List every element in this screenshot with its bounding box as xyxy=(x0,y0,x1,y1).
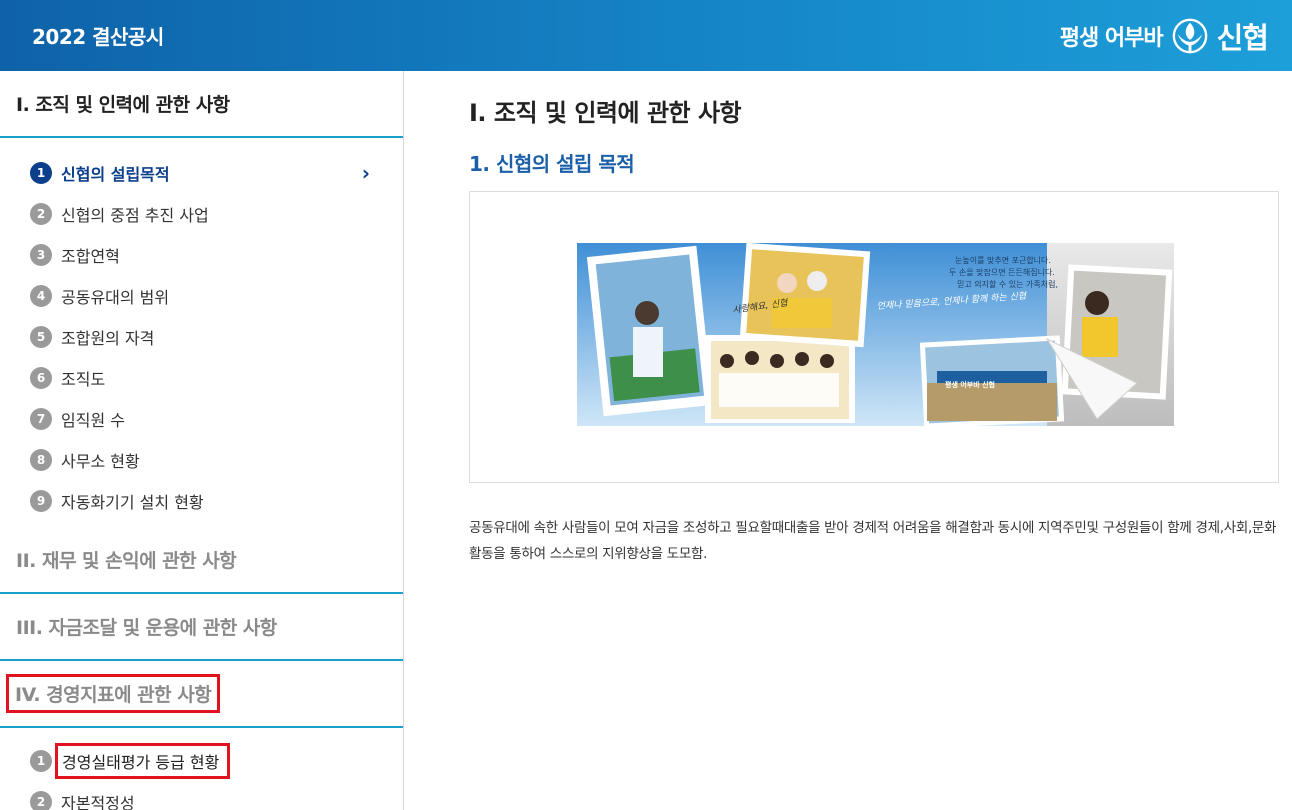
page-title: I. 조직 및 인력에 관한 사항 xyxy=(469,99,742,127)
brand-slogan: 평생 어부바 xyxy=(1059,25,1164,51)
sidebar-item-label: 조합원의 자격 xyxy=(61,328,155,348)
sidebar-sublist-4: 1 경영실태평가 등급 현황 2 자본적정성 xyxy=(0,728,403,810)
banner-caption-line: 눈높이를 맞추면 포근합니다. xyxy=(955,255,1051,265)
item-number-badge: 4 xyxy=(30,284,52,307)
sidebar-section-2[interactable]: II. 재무 및 손익에 관한 사항 xyxy=(0,527,403,594)
banner-group-text: 평생 어부바 신협 xyxy=(945,380,995,389)
banner-caption-line: 두 손을 맞잡으면 든든해집니다. xyxy=(949,267,1055,277)
sidebar-item-label: 임직원 수 xyxy=(61,410,125,430)
sidebar-item-key-projects[interactable]: 2 신협의 중점 추진 사업 xyxy=(30,193,370,234)
description-text: 공동유대에 속한 사람들이 모여 자금을 조성하고 필요할때대출을 받아 경제적… xyxy=(469,520,1277,562)
photo-card-left xyxy=(586,245,714,417)
item-number-badge: 8 xyxy=(30,448,52,471)
sidebar-item-common-bond[interactable]: 4 공동유대의 범위 xyxy=(30,275,370,316)
sidebar-item-org-chart[interactable]: 6 조직도 xyxy=(30,357,370,398)
sidebar-item-management-rating[interactable]: 1 경영실태평가 등급 현황 xyxy=(30,740,370,781)
sidebar-item-capital-adequacy[interactable]: 2 자본적정성 xyxy=(30,781,370,810)
sidebar-item-staff-count[interactable]: 7 임직원 수 xyxy=(30,398,370,439)
sidebar-item-label: 신협의 중점 추진 사업 xyxy=(61,205,209,225)
item-number-badge: 7 xyxy=(30,407,52,430)
sidebar-section-title: II. 재무 및 손익에 관한 사항 xyxy=(16,550,237,572)
item-number-badge: 2 xyxy=(30,202,52,225)
sidebar-item-founding-purpose[interactable]: 1 신협의 설립목적 › xyxy=(30,152,370,193)
brand-logo-group[interactable]: 평생 어부바 신협 xyxy=(1059,15,1269,57)
item-number-badge: 2 xyxy=(30,790,52,810)
item-number-badge: 9 xyxy=(30,489,52,512)
sidebar-item-label: 신협의 설립목적 xyxy=(61,164,170,184)
sidebar-nav: I. 조직 및 인력에 관한 사항 1 신협의 설립목적 › 2 신협의 중점 … xyxy=(0,71,404,810)
shinhyup-logo-icon xyxy=(1172,18,1207,53)
sidebar-section-title: III. 자금조달 및 운용에 관한 사항 xyxy=(16,617,277,639)
page-header-title: 2022 결산공시 xyxy=(32,25,164,49)
item-number-badge: 1 xyxy=(30,749,52,772)
item-number-badge: 5 xyxy=(30,325,52,348)
sidebar-item-label: 사무소 현황 xyxy=(61,451,140,471)
photo-card-children xyxy=(705,335,855,423)
main-content: I. 조직 및 인력에 관한 사항 1. 신협의 설립 목적 눈높이를 맞추면 … xyxy=(405,71,1292,810)
item-number-badge: 6 xyxy=(30,366,52,389)
sidebar-item-offices[interactable]: 8 사무소 현황 xyxy=(30,439,370,480)
sidebar-item-atm[interactable]: 9 자동화기기 설치 현황 xyxy=(30,480,370,521)
sidebar-item-label: 조합연혁 xyxy=(61,246,120,266)
sidebar-item-member-eligibility[interactable]: 5 조합원의 자격 xyxy=(30,316,370,357)
chevron-right-icon: › xyxy=(361,161,370,185)
sidebar-item-label: 조직도 xyxy=(61,369,106,389)
brand-name: 신협 xyxy=(1216,20,1269,55)
photo-card-elders xyxy=(739,243,871,348)
sidebar-item-label: 공동유대의 범위 xyxy=(61,287,170,307)
sidebar-item-label: 경영실태평가 등급 현황 xyxy=(55,742,231,779)
banner-frame: 눈높이를 맞추면 포근합니다. 두 손을 맞잡으면 든든해집니다. 믿고 의지할… xyxy=(469,191,1279,483)
banner-caption-line: 믿고 의지할 수 있는 가족처럼, xyxy=(957,279,1058,289)
sidebar-item-label: 자동화기기 설치 현황 xyxy=(61,492,204,512)
sidebar-item-history[interactable]: 3 조합연혁 xyxy=(30,234,370,275)
sidebar-sublist-1: 1 신협의 설립목적 › 2 신협의 중점 추진 사업 3 조합연혁 4 공동유… xyxy=(0,138,403,527)
banner-caption: 눈높이를 맞추면 포근합니다. 두 손을 맞잡으면 든든해집니다. 믿고 의지할… xyxy=(949,255,1058,289)
sidebar-section-3[interactable]: III. 자금조달 및 운용에 관한 사항 xyxy=(0,594,403,661)
sidebar-section-4[interactable]: IV. 경영지표에 관한 사항 xyxy=(0,661,403,728)
item-number-badge: 3 xyxy=(30,243,52,266)
header-bar: 2022 결산공시 평생 어부바 신협 xyxy=(0,0,1292,71)
banner-image: 눈높이를 맞추면 포근합니다. 두 손을 맞잡으면 든든해집니다. 믿고 의지할… xyxy=(577,243,1174,426)
section-title: 1. 신협의 설립 목적 xyxy=(469,152,635,176)
sidebar-section-title: I. 조직 및 인력에 관한 사항 xyxy=(16,94,230,116)
item-number-badge: 1 xyxy=(30,161,52,184)
sidebar-section-1[interactable]: I. 조직 및 인력에 관한 사항 xyxy=(0,71,403,138)
sidebar-item-label: 자본적정성 xyxy=(61,793,135,810)
sidebar-section-title: IV. 경영지표에 관한 사항 xyxy=(6,674,221,713)
